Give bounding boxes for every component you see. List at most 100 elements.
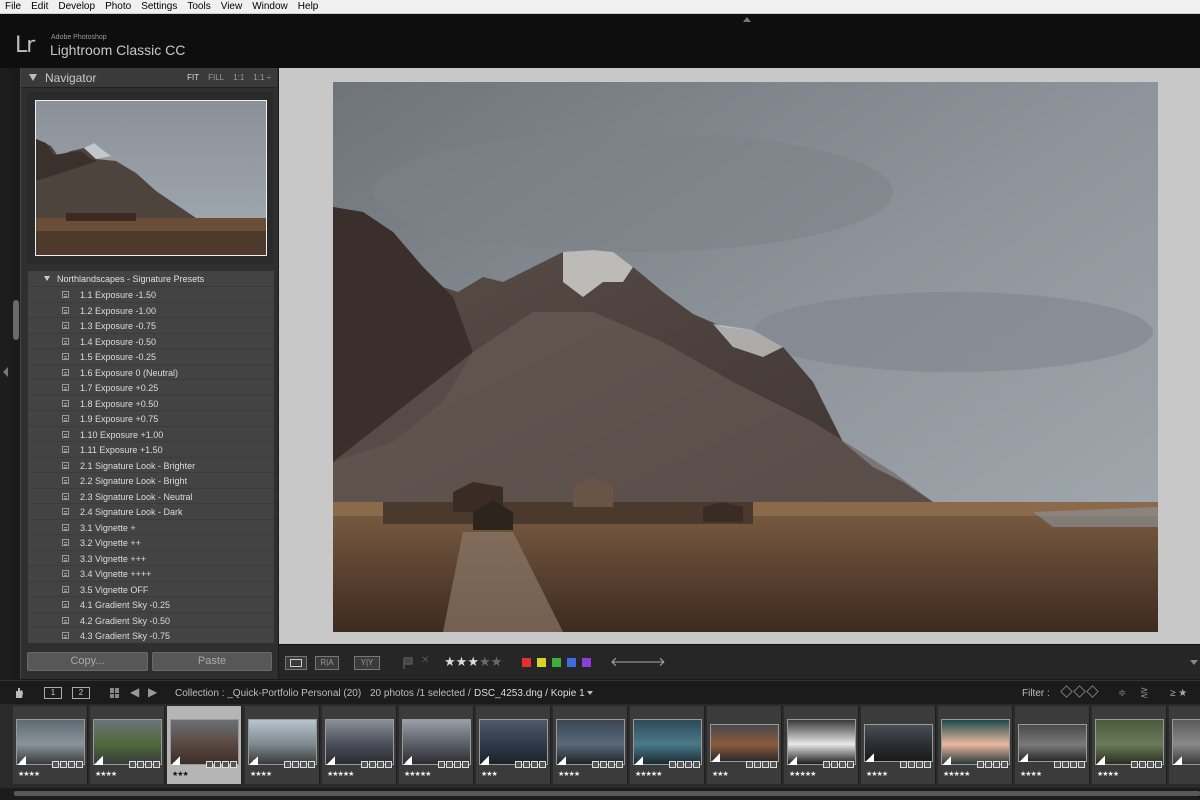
badge-icon[interactable]: [916, 761, 923, 768]
badge-icon[interactable]: [993, 761, 1000, 768]
badge-icon[interactable]: [762, 761, 769, 768]
badge-icon[interactable]: [1054, 761, 1061, 768]
menu-edit[interactable]: Edit: [26, 0, 53, 14]
zoom-1-1[interactable]: 1:1: [233, 73, 244, 82]
badge-icon[interactable]: [669, 761, 676, 768]
preset-item[interactable]: 1.7 Exposure +0.25: [28, 380, 274, 396]
badge-icon[interactable]: [153, 761, 160, 768]
filmstrip-thumbnail[interactable]: ★★★★★: [399, 706, 474, 784]
back-arrow-icon[interactable]: ◀: [130, 685, 139, 699]
preset-item[interactable]: 1.4 Exposure -0.50: [28, 334, 274, 349]
star-icon[interactable]: ★: [467, 654, 479, 669]
badge-icon[interactable]: [145, 761, 152, 768]
preset-item[interactable]: 3.1 Vignette +: [28, 520, 274, 535]
toolbar-menu-icon[interactable]: [1190, 660, 1198, 665]
preset-item[interactable]: 3.5 Vignette OFF: [28, 582, 274, 597]
badge-icon[interactable]: [137, 761, 144, 768]
preset-item[interactable]: 2.1 Signature Look - Brighter: [28, 458, 274, 473]
badge-icon[interactable]: [823, 761, 830, 768]
badge-icon[interactable]: [454, 761, 461, 768]
badge-icon[interactable]: [600, 761, 607, 768]
selected-filename[interactable]: DSC_4253.dng / Kopie 1: [474, 688, 585, 699]
badge-icon[interactable]: [308, 761, 315, 768]
badge-icon[interactable]: [900, 761, 907, 768]
hand-icon[interactable]: [13, 686, 25, 699]
filmstrip-thumbnail[interactable]: ★★★★: [861, 706, 936, 784]
badge-icon[interactable]: [924, 761, 931, 768]
preset-item[interactable]: 4.2 Gradient Sky -0.50: [28, 613, 274, 628]
collapse-left-panel-icon[interactable]: [3, 367, 8, 377]
star-icon[interactable]: ★: [456, 654, 468, 669]
paste-button[interactable]: Paste: [152, 652, 272, 671]
preset-item[interactable]: 4.3 Gradient Sky -0.75: [28, 628, 274, 643]
badge-icon[interactable]: [685, 761, 692, 768]
color-label-swatch[interactable]: [537, 658, 546, 667]
filmstrip-thumbnail[interactable]: ★★★: [707, 706, 782, 784]
preset-item[interactable]: 1.8 Exposure +0.50: [28, 396, 274, 411]
filmstrip-thumbnail[interactable]: [1169, 706, 1200, 784]
color-label-swatch[interactable]: [567, 658, 576, 667]
preset-item[interactable]: 1.2 Exposure -1.00: [28, 303, 274, 318]
filmstrip-scrollbar[interactable]: [0, 788, 1200, 800]
preset-item[interactable]: 1.5 Exposure -0.25: [28, 349, 274, 365]
filter-compare-icon[interactable]: ⋛: [1140, 688, 1148, 699]
badge-icon[interactable]: [462, 761, 469, 768]
filter-flag-icon[interactable]: [1060, 685, 1073, 698]
badge-icon[interactable]: [438, 761, 445, 768]
badge-icon[interactable]: [68, 761, 75, 768]
badge-icon[interactable]: [361, 761, 368, 768]
badge-icon[interactable]: [300, 761, 307, 768]
badge-icon[interactable]: [60, 761, 67, 768]
menu-settings[interactable]: Settings: [136, 0, 182, 14]
main-screen-button[interactable]: 1: [44, 687, 62, 699]
preset-item[interactable]: 1.9 Exposure +0.75: [28, 411, 274, 427]
forward-arrow-icon[interactable]: ▶: [148, 685, 157, 699]
badge-icon[interactable]: [770, 761, 777, 768]
disclosure-triangle-icon[interactable]: [44, 276, 50, 281]
filmstrip-scroll-thumb[interactable]: [14, 791, 1200, 796]
preset-item[interactable]: 1.10 Exposure +1.00: [28, 427, 274, 442]
filename-dropdown-icon[interactable]: [587, 691, 593, 695]
menu-window[interactable]: Window: [247, 0, 293, 14]
copy-button[interactable]: Copy...: [27, 652, 148, 671]
preset-item[interactable]: 1.11 Exposure +1.50: [28, 442, 274, 458]
badge-icon[interactable]: [831, 761, 838, 768]
badge-icon[interactable]: [592, 761, 599, 768]
color-label-swatch[interactable]: [582, 658, 591, 667]
preset-group-header[interactable]: Northlandscapes - Signature Presets: [28, 271, 274, 287]
zoom-custom[interactable]: 1:1 ÷: [253, 73, 271, 82]
left-panel-edge[interactable]: [0, 68, 12, 679]
badge-icon[interactable]: [839, 761, 846, 768]
badge-icon[interactable]: [1070, 761, 1077, 768]
filmstrip-thumbnail[interactable]: ★★★★★: [784, 706, 859, 784]
filmstrip-thumbnail[interactable]: ★★★★: [1092, 706, 1167, 784]
badge-icon[interactable]: [385, 761, 392, 768]
menu-view[interactable]: View: [216, 0, 248, 14]
reference-view-button[interactable]: R|A: [315, 656, 339, 670]
badge-icon[interactable]: [523, 761, 530, 768]
badge-icon[interactable]: [292, 761, 299, 768]
before-after-button[interactable]: Y|Y: [354, 656, 380, 670]
badge-icon[interactable]: [985, 761, 992, 768]
collection-source[interactable]: Collection : _Quick-Portfolio Personal (…: [175, 688, 361, 699]
badge-icon[interactable]: [369, 761, 376, 768]
filmstrip-thumbnail[interactable]: ★★★★★: [322, 706, 397, 784]
badge-icon[interactable]: [52, 761, 59, 768]
preset-item[interactable]: 2.4 Signature Look - Dark: [28, 504, 274, 520]
zoom-fill[interactable]: FILL: [208, 73, 224, 82]
preset-item[interactable]: 1.6 Exposure 0 (Neutral): [28, 365, 274, 380]
collapse-top-panel-icon[interactable]: [743, 17, 751, 22]
badge-icon[interactable]: [129, 761, 136, 768]
badge-icon[interactable]: [677, 761, 684, 768]
preset-item[interactable]: 4.1 Gradient Sky -0.25: [28, 597, 274, 613]
filmstrip-thumbnail[interactable]: ★★★: [167, 706, 242, 784]
menu-file[interactable]: File: [0, 0, 26, 14]
filter-rating-operator[interactable]: ≥ ★: [1170, 688, 1187, 699]
badge-icon[interactable]: [222, 761, 229, 768]
zoom-fit[interactable]: FIT: [187, 73, 199, 82]
star-icon[interactable]: ★: [444, 654, 456, 669]
color-label-swatch[interactable]: [522, 658, 531, 667]
main-photo[interactable]: [333, 82, 1158, 632]
loupe-view-button[interactable]: [285, 656, 307, 670]
badge-icon[interactable]: [76, 761, 83, 768]
